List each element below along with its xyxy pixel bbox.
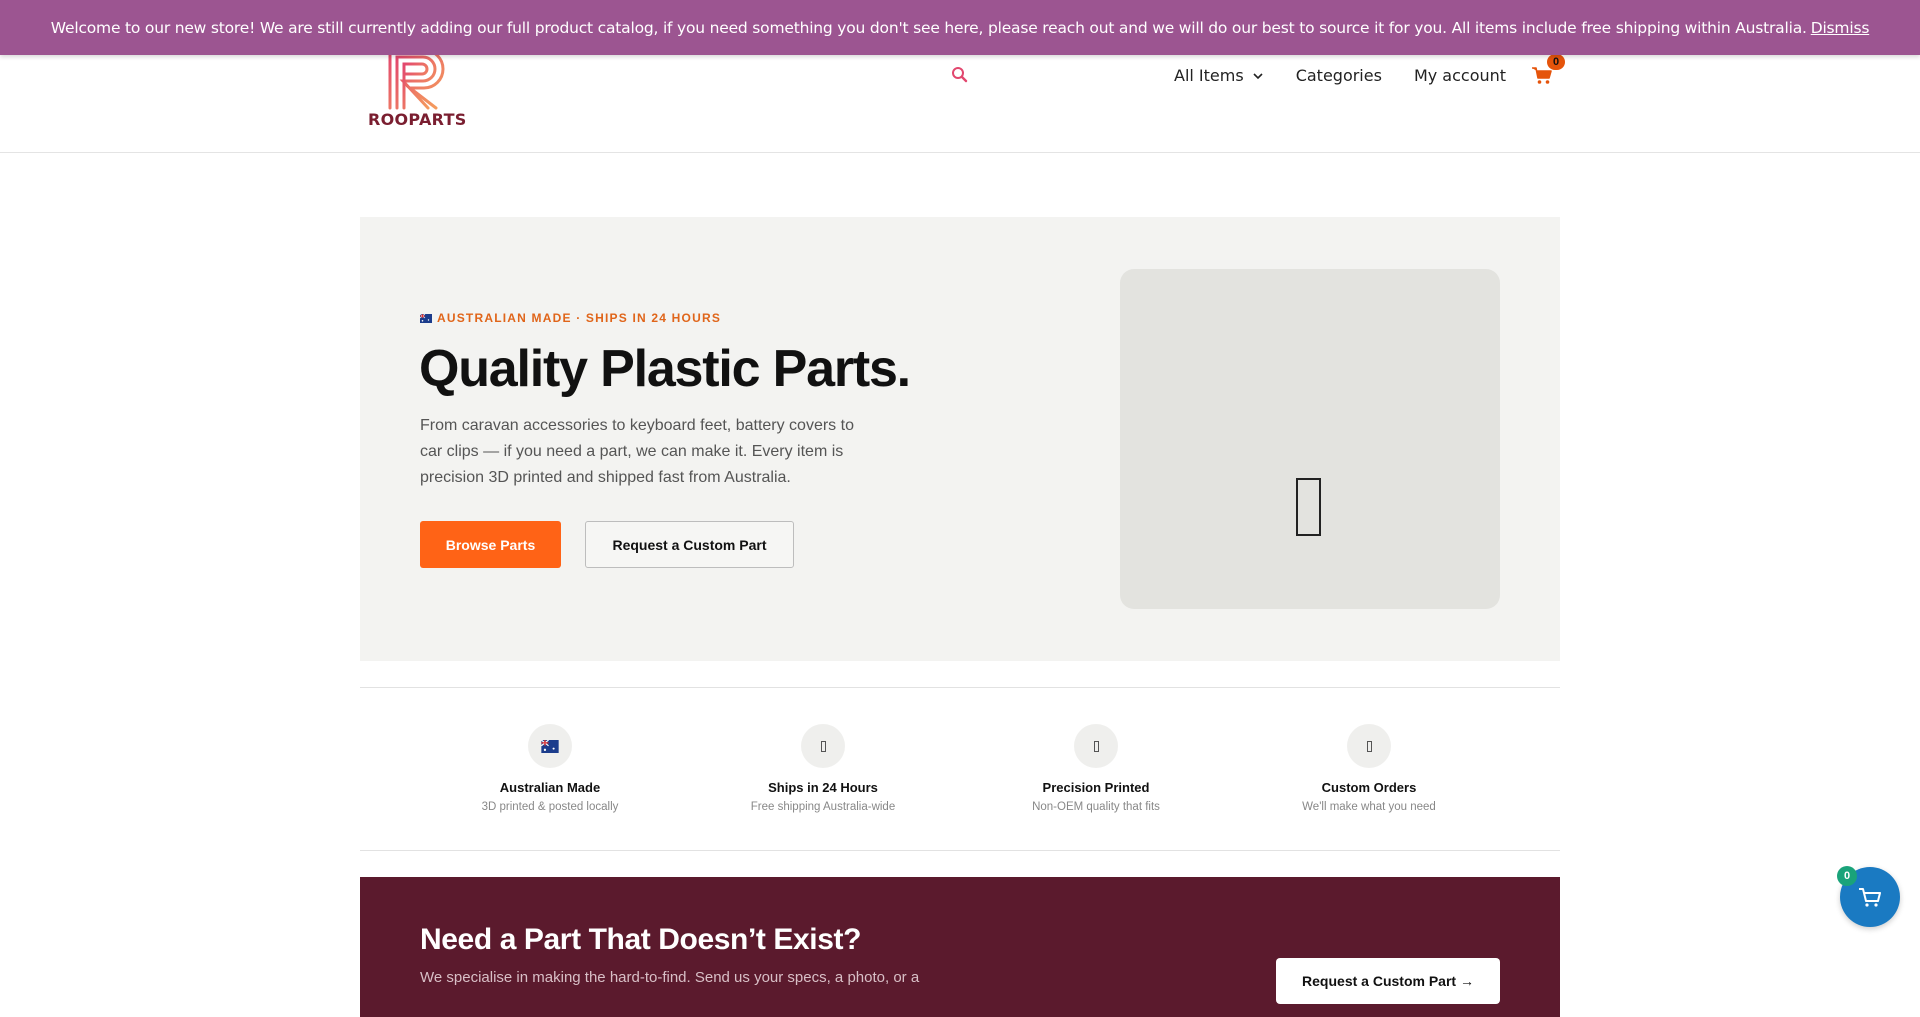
missing-glyph-icon <box>1296 478 1321 536</box>
nav-my-account[interactable]: My account <box>1414 66 1506 85</box>
feature-precision-printed: Precision Printed Non-OEM quality that f… <box>966 724 1226 813</box>
feature-subtitle: Free shipping Australia-wide <box>750 801 896 813</box>
feature-subtitle: We'll make what you need <box>1302 801 1436 813</box>
feature-subtitle: Non-OEM quality that fits <box>1032 801 1160 813</box>
dismiss-link[interactable]: Dismiss <box>1811 19 1870 37</box>
feature-ships-24-hours: Ships in 24 Hours Free shipping Australi… <box>693 724 953 813</box>
hero-eyebrow: AUSTRALIAN MADE · SHIPS IN 24 HOURS <box>420 311 721 325</box>
missing-glyph-icon <box>820 740 826 752</box>
feature-subtitle: 3D printed & posted locally <box>481 801 619 813</box>
notice-message: Welcome to our new store! We are still c… <box>50 18 1807 37</box>
missing-glyph-icon <box>1093 740 1099 752</box>
hero-section: AUSTRALIAN MADE · SHIPS IN 24 HOURS Qual… <box>360 217 1560 661</box>
chevron-down-icon <box>1253 72 1263 79</box>
feature-australian-made: Australian Made 3D printed & posted loca… <box>420 724 680 813</box>
feature-icon-circle <box>801 724 845 768</box>
feature-title: Australian Made <box>499 780 601 795</box>
request-custom-part-button[interactable]: Request a Custom Part <box>585 521 794 568</box>
features-strip: Australian Made 3D printed & posted loca… <box>360 687 1560 851</box>
nav-categories[interactable]: Categories <box>1296 66 1382 85</box>
hero-description: From caravan accessories to keyboard fee… <box>420 417 854 486</box>
cta-title: Need a Part That Doesn’t Exist? <box>420 923 862 956</box>
feature-title: Custom Orders <box>1321 780 1417 795</box>
cta-request-custom-part-button[interactable]: Request a Custom Part → <box>1276 958 1500 1004</box>
search-icon[interactable] <box>950 65 970 85</box>
cart-count-badge: 0 <box>1547 54 1565 70</box>
nav-all-items-label: All Items <box>1174 66 1244 85</box>
feature-icon-circle <box>1074 724 1118 768</box>
custom-part-cta: Need a Part That Doesn’t Exist? We speci… <box>360 877 1560 1017</box>
feature-title: Ships in 24 Hours <box>768 780 878 795</box>
feature-title: Precision Printed <box>1042 780 1150 795</box>
australian-flag-icon <box>420 313 432 323</box>
feature-custom-orders: Custom Orders We'll make what you need <box>1239 724 1499 813</box>
cta-description: We specialise in making the hard-to-find… <box>420 969 920 986</box>
feature-icon-circle <box>1347 724 1391 768</box>
missing-glyph-icon <box>1366 740 1372 752</box>
hero-title: Quality Plastic Parts. <box>419 340 911 398</box>
cart-icon <box>1859 888 1881 907</box>
main-nav: All Items Categories My account <box>1174 66 1538 85</box>
hero-image-placeholder <box>1120 269 1500 609</box>
logo-text: ROOPARTS <box>368 110 467 129</box>
floating-cart-count-badge: 0 <box>1837 866 1857 886</box>
australian-flag-icon <box>541 739 559 753</box>
store-notice: Welcome to our new store! We are still c… <box>0 0 1920 55</box>
browse-parts-button[interactable]: Browse Parts <box>420 521 561 568</box>
hero-eyebrow-text: AUSTRALIAN MADE · SHIPS IN 24 HOURS <box>437 311 722 325</box>
feature-icon-circle <box>528 724 572 768</box>
nav-all-items[interactable]: All Items <box>1174 66 1264 85</box>
